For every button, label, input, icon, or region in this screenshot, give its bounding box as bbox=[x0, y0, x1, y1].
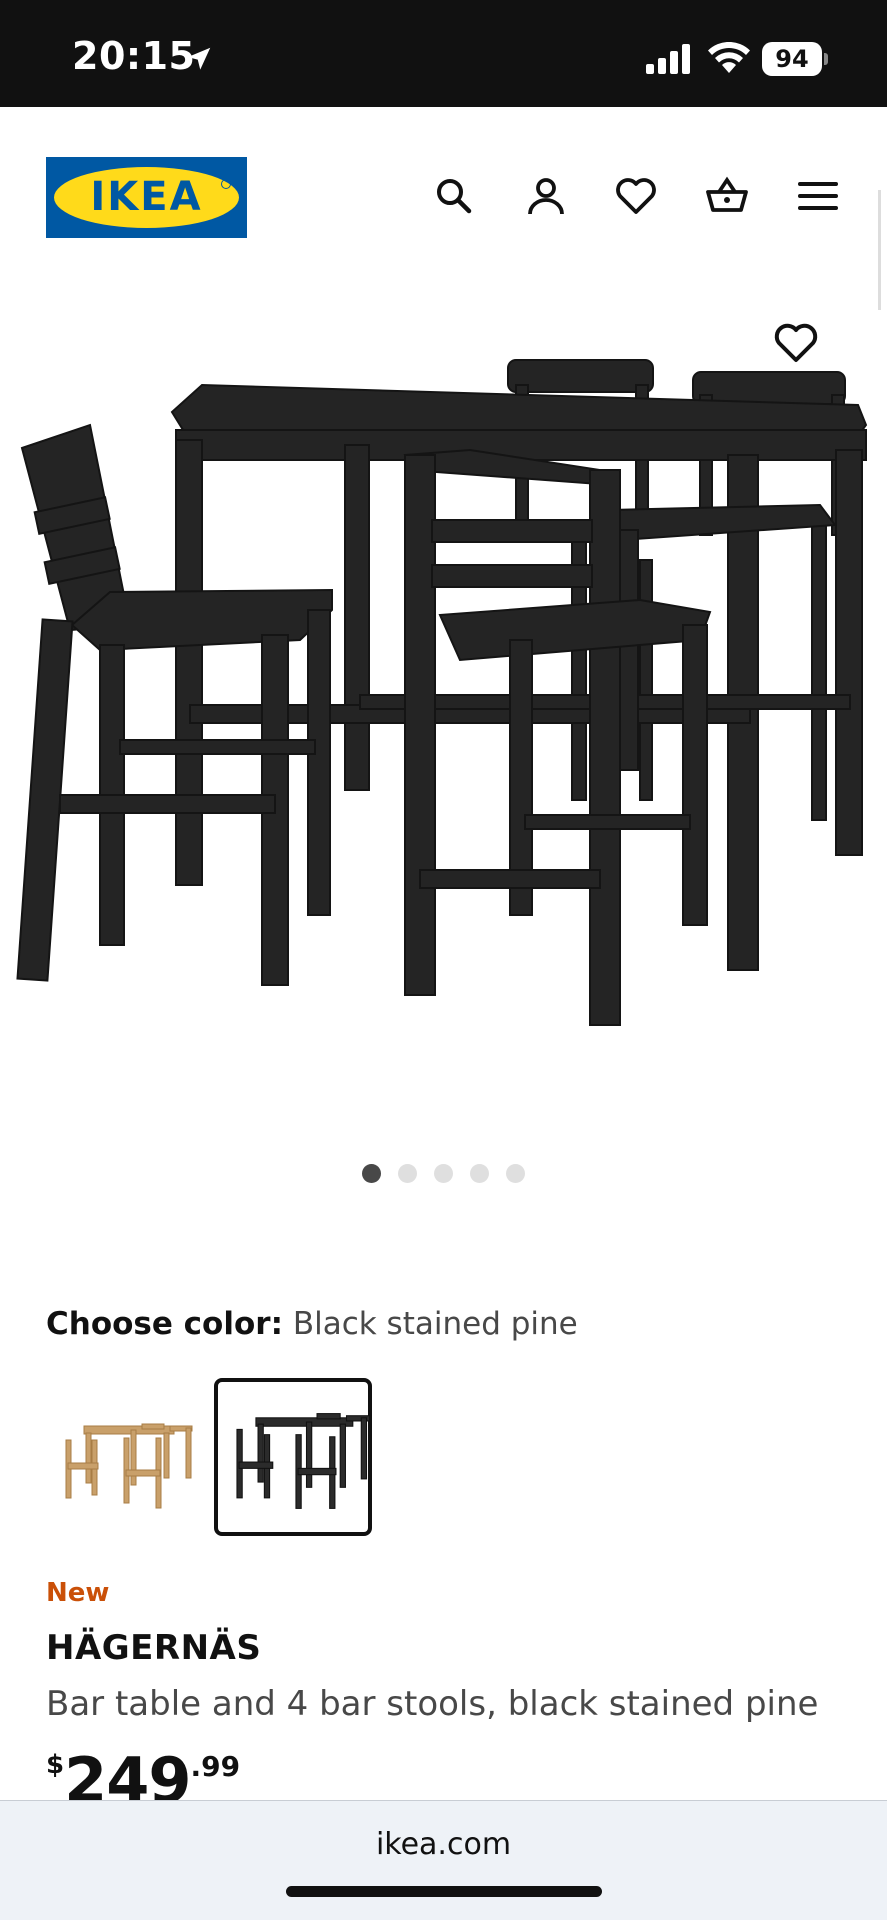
product-image[interactable] bbox=[0, 280, 887, 1160]
signal-icon bbox=[646, 44, 690, 74]
color-option-black-stained-pine[interactable] bbox=[214, 1378, 372, 1536]
price-currency: $ bbox=[46, 1750, 65, 1780]
gallery-pagination bbox=[0, 1164, 887, 1184]
color-chooser-label: Choose color: Black stained pine bbox=[46, 1306, 578, 1342]
search-icon[interactable] bbox=[432, 174, 476, 218]
price-decimal: .99 bbox=[190, 1750, 241, 1783]
status-time: 20:15 bbox=[72, 34, 196, 78]
battery-icon: 94 bbox=[762, 42, 828, 76]
browser-address-bar[interactable]: ikea.com bbox=[0, 1800, 887, 1920]
bar-table-set-illustration bbox=[16, 359, 868, 1026]
account-icon[interactable] bbox=[524, 174, 568, 218]
gallery-dot[interactable] bbox=[362, 1164, 381, 1183]
ikea-logo[interactable]: IKEA bbox=[46, 157, 247, 238]
menu-icon[interactable] bbox=[796, 174, 840, 218]
location-arrow-icon bbox=[187, 47, 211, 70]
color-option-pine[interactable] bbox=[46, 1378, 204, 1536]
favorites-icon[interactable] bbox=[614, 174, 658, 218]
new-badge: New bbox=[46, 1578, 110, 1608]
gallery-dot[interactable] bbox=[434, 1164, 453, 1183]
product-description: Bar table and 4 bar stools, black staine… bbox=[46, 1684, 819, 1724]
choose-color-label: Choose color: bbox=[46, 1306, 283, 1342]
home-indicator[interactable] bbox=[286, 1886, 602, 1897]
url-text[interactable]: ikea.com bbox=[0, 1827, 887, 1862]
add-to-favorites-icon[interactable] bbox=[772, 318, 820, 366]
wifi-icon bbox=[708, 42, 750, 73]
selected-color-value: Black stained pine bbox=[292, 1306, 578, 1342]
logo-text: IKEA bbox=[90, 174, 203, 220]
gallery-dot[interactable] bbox=[398, 1164, 417, 1183]
gallery-dot[interactable] bbox=[470, 1164, 489, 1183]
battery-level: 94 bbox=[762, 42, 822, 76]
cart-icon[interactable] bbox=[705, 174, 749, 218]
gallery-dot[interactable] bbox=[506, 1164, 525, 1183]
status-bar: 20:15 94 bbox=[0, 0, 887, 107]
product-name: HÄGERNÄS bbox=[46, 1628, 262, 1668]
